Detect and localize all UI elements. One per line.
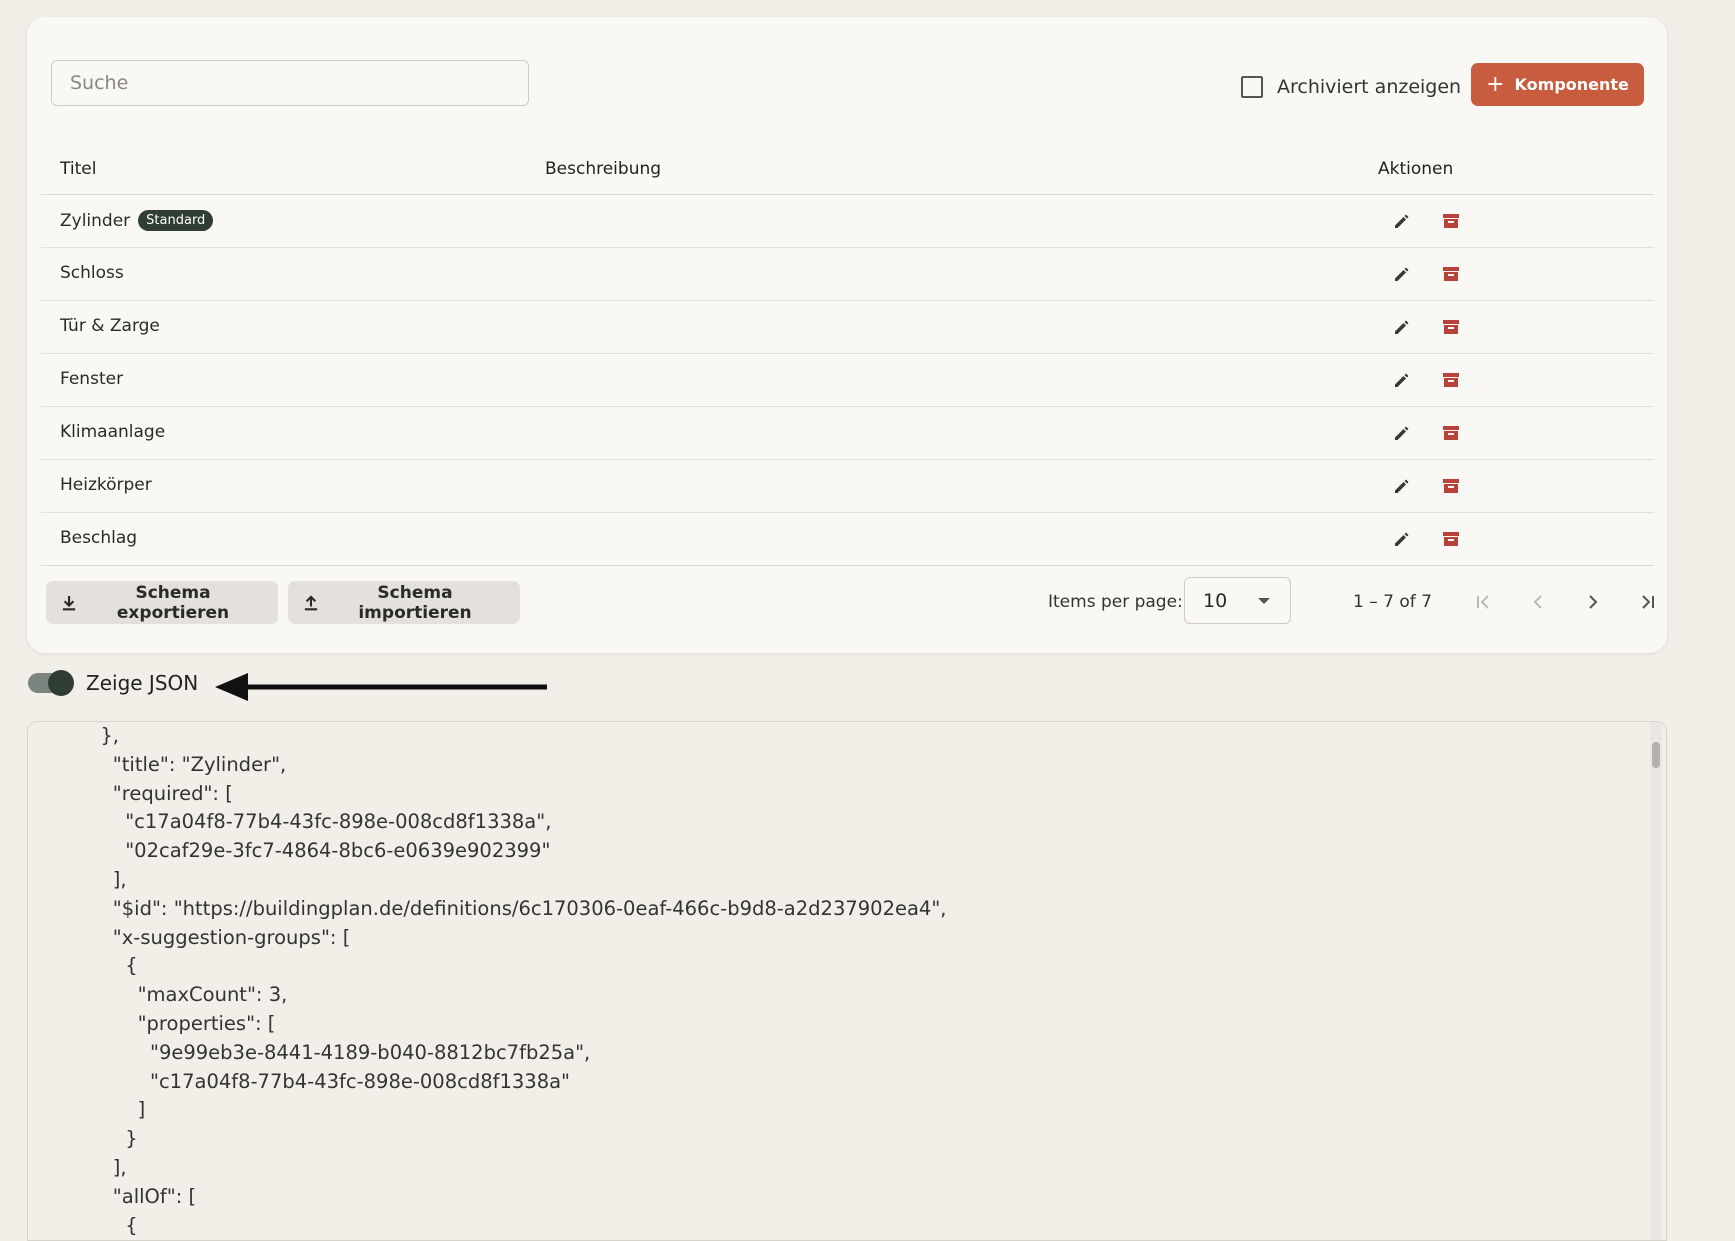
archive-icon [1443,532,1459,546]
pencil-icon [1395,479,1409,493]
search-input[interactable] [51,60,529,106]
row-title: Zylinder [60,210,131,231]
archive-button[interactable] [1439,209,1463,233]
dropdown-caret-icon [1258,598,1270,604]
column-header-title: Titel [60,159,97,179]
components-card: Archiviert anzeigen + Komponente Titel B… [27,17,1667,653]
import-schema-label: Schema importieren [358,582,472,623]
table-row: Fenster [41,354,1654,407]
row-title-cell: Schloss [60,263,124,283]
show-json-row: Zeige JSON [28,670,199,696]
toggle-knob [48,670,74,696]
archive-button[interactable] [1439,527,1463,551]
edit-button[interactable] [1390,209,1414,233]
first-page-button[interactable] [1470,589,1496,615]
show-json-toggle[interactable] [28,670,74,696]
edit-button[interactable] [1390,527,1414,551]
archive-button[interactable] [1439,368,1463,392]
table-row: Klimaanlage [41,407,1654,460]
items-per-page-select[interactable]: 10 [1184,577,1291,624]
arrow-annotation-icon [215,673,547,701]
row-title-cell: Zylinder Standard [60,210,214,231]
show-json-label: Zeige JSON [86,671,199,695]
table-row: Tür & Zarge [41,301,1654,354]
export-schema-button[interactable]: Schema exportieren [46,581,278,624]
archive-icon [1443,426,1459,440]
column-header-description: Beschreibung [545,159,662,179]
edit-button[interactable] [1390,315,1414,339]
edit-button[interactable] [1390,474,1414,498]
row-title-cell: Tür & Zarge [60,316,160,336]
previous-page-button[interactable] [1525,589,1551,615]
archive-icon [1443,320,1459,334]
archive-button[interactable] [1439,474,1463,498]
json-scrollbar[interactable] [1652,742,1660,768]
edit-button[interactable] [1390,368,1414,392]
show-archived-label: Archiviert anzeigen [1277,76,1462,98]
last-page-icon [1642,595,1654,609]
pencil-icon [1395,320,1409,334]
items-per-page-label: Items per page: [1048,592,1183,612]
archive-button[interactable] [1439,262,1463,286]
table-row: Zylinder Standard [41,195,1654,248]
chevron-left-icon [1533,595,1542,609]
row-title: Heizkörper [60,475,152,495]
pencil-icon [1395,267,1409,281]
json-scroll-track[interactable] [1650,722,1662,1240]
row-title: Tür & Zarge [60,316,160,336]
download-icon [62,595,76,610]
pencil-icon [1395,532,1409,546]
show-archived-toggle[interactable]: Archiviert anzeigen [1241,72,1461,102]
json-content: }, "title": "Zylinder", "required": [ "c… [100,724,947,1237]
export-schema-label: Schema exportieren [116,582,230,623]
pencil-icon [1395,373,1409,387]
row-title: Schloss [60,263,124,283]
archive-button[interactable] [1439,315,1463,339]
show-archived-checkbox[interactable] [1241,76,1263,98]
archive-icon [1443,267,1459,281]
import-schema-button[interactable]: Schema importieren [288,581,520,624]
table-row: Heizkörper [41,460,1654,513]
plus-icon: + [1486,71,1505,97]
table-header: Titel Beschreibung Aktionen [41,147,1654,195]
table-row: Beschlag [41,513,1654,566]
row-title: Fenster [60,369,124,389]
chevron-right-icon [1589,595,1598,609]
last-page-button[interactable] [1635,589,1661,615]
archive-icon [1443,373,1459,387]
row-title: Klimaanlage [60,422,166,442]
table-footer: Schema exportieren Schema importieren It… [27,577,1667,641]
json-viewer[interactable]: }, "title": "Zylinder", "required": [ "c… [27,721,1667,1241]
row-title: Beschlag [60,528,138,548]
pagination-range: 1 – 7 of 7 [1353,592,1432,612]
default-badge: Standard [138,210,214,231]
upload-icon [304,594,318,610]
pencil-icon [1395,214,1409,228]
add-component-label: Komponente [1514,75,1629,94]
column-header-actions: Aktionen [1378,159,1454,179]
pencil-icon [1395,426,1409,440]
table-row: Schloss [41,248,1654,301]
edit-button[interactable] [1390,421,1414,445]
row-title-cell: Heizkörper [60,475,152,495]
next-page-button[interactable] [1580,589,1606,615]
first-page-icon [1477,595,1489,609]
row-title-cell: Beschlag [60,528,137,548]
archive-button[interactable] [1439,421,1463,445]
archive-icon [1443,214,1459,228]
edit-button[interactable] [1390,262,1414,286]
row-title-cell: Fenster [60,369,123,389]
table-body: Zylinder Standard Schloss Tür & Zarge Fe… [41,195,1654,566]
items-per-page-value: 10 [1203,589,1228,612]
components-table: Titel Beschreibung Aktionen Zylinder Stan… [41,147,1654,566]
archive-icon [1443,479,1459,493]
row-title-cell: Klimaanlage [60,422,165,442]
add-component-button[interactable]: + Komponente [1471,63,1644,106]
